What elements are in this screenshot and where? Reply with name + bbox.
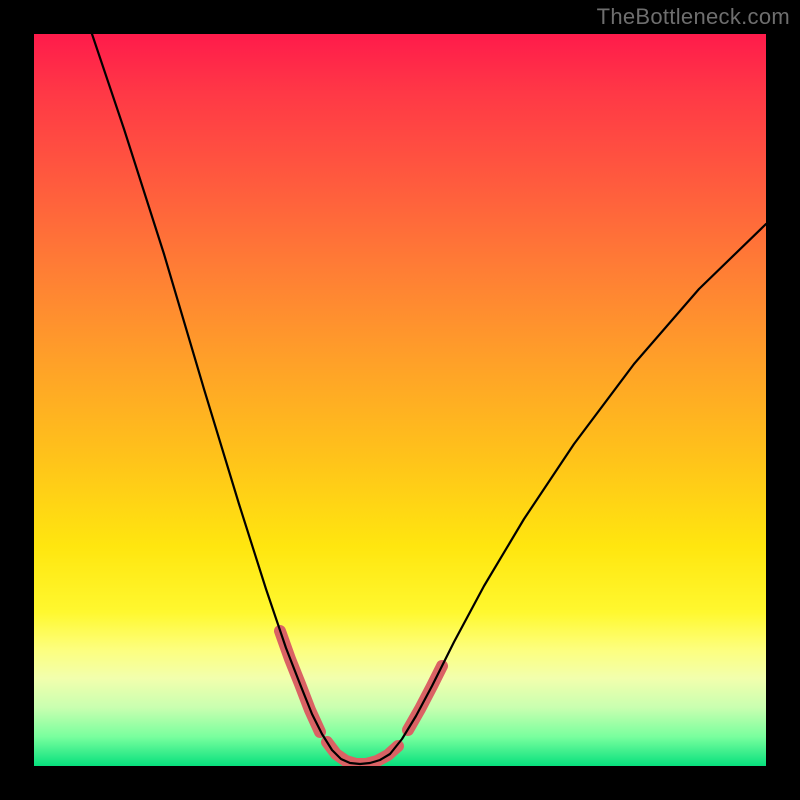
curve-svg <box>34 34 766 766</box>
highlight-bottom <box>327 742 398 764</box>
curve-line <box>92 34 766 764</box>
chart-stage: TheBottleneck.com <box>0 0 800 800</box>
plot-area <box>34 34 766 766</box>
watermark-text: TheBottleneck.com <box>597 4 790 30</box>
